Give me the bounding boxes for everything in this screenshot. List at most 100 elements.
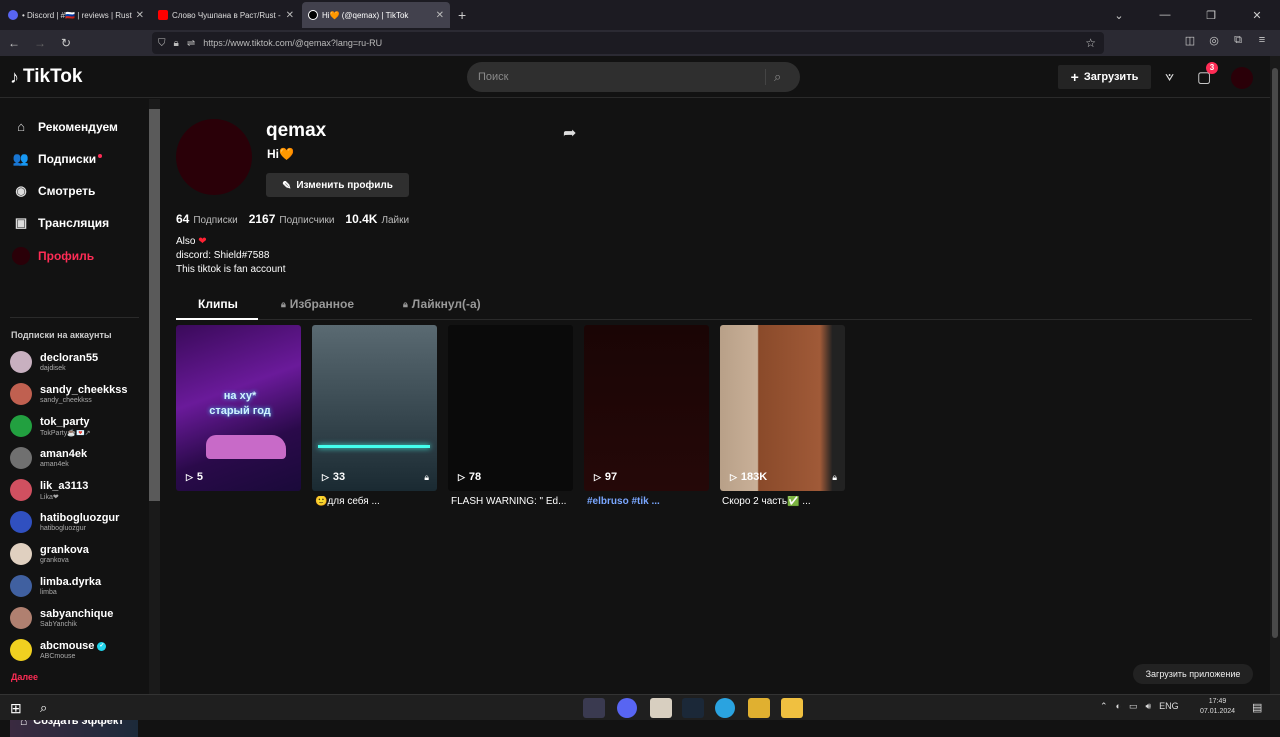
inbox-badge: 3 — [1206, 62, 1218, 74]
tiktok-logo[interactable]: ♪ TikTok — [10, 66, 82, 88]
clock-time: 17:49 — [1208, 698, 1227, 705]
steam-taskbar-icon[interactable] — [682, 698, 704, 718]
view-count-value: 33 — [332, 471, 346, 483]
list-item[interactable]: tok_party TokParty☕💌↗ — [10, 412, 148, 440]
list-item[interactable]: sandy_cheekkss sandy_cheekkss — [10, 380, 148, 408]
list-item[interactable]: lik_a3113 Lika❤ — [10, 476, 148, 504]
video-caption[interactable]: Скоро 2 часть✅ ... — [722, 496, 847, 507]
stat-following[interactable]: 64 Подписки — [176, 212, 238, 226]
list-item[interactable]: limba.dyrka limba — [10, 572, 148, 600]
language-indicator[interactable]: ENG — [1159, 701, 1179, 712]
lock-icon[interactable]: 🔒︎ — [174, 38, 179, 49]
firefox-taskbar-icon[interactable] — [583, 698, 605, 718]
edit-profile-button[interactable]: ✎ Изменить профиль — [266, 173, 409, 197]
search-divider — [765, 69, 766, 85]
browser-tab-youtube[interactable]: Слово Чушпана в Раст/Rust - ✕ — [152, 2, 300, 28]
account-username: dajdisek — [40, 365, 66, 372]
account-icon[interactable]: ◎ — [1202, 34, 1226, 47]
maximize-button[interactable]: ❐ — [1188, 9, 1234, 22]
back-arrow-icon[interactable]: ← — [2, 36, 26, 50]
list-item[interactable]: hatibogluozgur hatibogluozgur — [10, 508, 148, 536]
sidebar-item-following[interactable]: 👥 Подписки — [12, 151, 103, 167]
sidebar-item-explore[interactable]: ◉ Смотреть — [12, 183, 95, 199]
list-item[interactable]: abcmouse ✓ ABCmouse — [10, 636, 148, 664]
app-taskbar-icon[interactable] — [781, 698, 803, 718]
stat-followers[interactable]: 2167 Подписчики — [249, 212, 335, 226]
video-thumbnail[interactable]: ▷ 33 🔒︎ — [312, 325, 437, 491]
see-more-link[interactable]: Далее — [11, 672, 38, 682]
bookmark-star-icon[interactable]: ☆ — [1085, 36, 1096, 50]
minimize-button[interactable]: — — [1142, 9, 1188, 21]
search-icon[interactable]: ⌕ — [774, 69, 781, 85]
address-bar[interactable]: ⛉ 🔒︎ ⇌ https://www.tiktok.com/@qemax?lan… — [152, 32, 1104, 54]
account-username: TokParty☕💌↗ — [40, 429, 91, 437]
scrollbar-thumb[interactable] — [149, 109, 160, 501]
shield-icon[interactable]: ⛉ — [158, 38, 166, 49]
avatar — [10, 383, 32, 405]
scrollbar-thumb[interactable] — [1272, 68, 1278, 638]
close-tab-icon[interactable]: ✕ — [136, 10, 144, 21]
list-item[interactable]: decloran55 dajdisek — [10, 348, 148, 376]
telegram-taskbar-icon[interactable] — [715, 698, 735, 718]
sidebar-item-live[interactable]: ▣ Трансляция — [12, 215, 109, 231]
account-name: decloran55 — [40, 352, 99, 364]
video-thumbnail[interactable]: ▷ 78 — [448, 325, 573, 491]
menu-icon[interactable]: ≡ — [1250, 34, 1274, 47]
page-scrollbar[interactable] — [1270, 56, 1280, 694]
video-caption[interactable]: #elbruso #tik ... — [587, 496, 712, 507]
volume-icon[interactable]: 🔊︎ — [1146, 701, 1152, 712]
sidebar-scrollbar[interactable] — [149, 99, 160, 694]
avatar[interactable] — [176, 119, 252, 195]
notification-icon[interactable]: ▤ — [1252, 701, 1262, 714]
forward-arrow-icon[interactable]: → — [28, 36, 52, 50]
close-tab-icon[interactable]: ✕ — [436, 10, 444, 21]
video-caption[interactable]: FLASH WARNING: " Ed... — [451, 496, 576, 507]
video-thumbnail[interactable]: ▷ 97 — [584, 325, 709, 491]
search-bar[interactable]: Поиск ⌕ — [467, 62, 800, 92]
tab-videos[interactable]: Клипы — [198, 297, 238, 311]
send-icon[interactable]: ⟇ — [1165, 68, 1174, 85]
video-thumbnail[interactable]: ▷ 183K 🔒︎ — [720, 325, 845, 491]
list-item[interactable]: grankova grankova — [10, 540, 148, 568]
chevron-up-icon[interactable]: ⌃ — [1100, 701, 1108, 712]
play-icon: ▷ — [594, 471, 601, 482]
browser-tab-discord[interactable]: • Discord | #🇷🇺 | reviews | Rust🇷🇺 ✕ — [2, 2, 150, 28]
url-text[interactable]: https://www.tiktok.com/@qemax?lang=ru-RU — [203, 38, 382, 48]
windows-start-icon[interactable]: ⊞ — [10, 700, 22, 717]
tab-favorites[interactable]: 🔒︎ Избранное — [281, 297, 354, 311]
reload-icon[interactable]: ↻ — [54, 36, 78, 50]
sidebar-item-for-you[interactable]: ⌂ Рекомендуем — [12, 119, 118, 134]
video-caption[interactable]: 🙂для себя ... — [315, 496, 440, 507]
network-icon[interactable]: ▭ — [1129, 701, 1138, 712]
permissions-icon[interactable]: ⇌ — [187, 38, 195, 49]
account-name: lik_a3113 — [40, 479, 89, 492]
file-explorer-taskbar-icon[interactable] — [748, 698, 770, 718]
download-app-button[interactable]: Загрузить приложение — [1133, 664, 1253, 684]
close-tab-icon[interactable]: ✕ — [286, 10, 294, 21]
clock[interactable]: 17:49 07.01.2024 — [1200, 697, 1235, 717]
pocket-icon[interactable]: ◫ — [1178, 34, 1202, 47]
sidebar-item-profile[interactable]: Профиль — [12, 247, 94, 265]
account-name: sandy_cheekkss — [40, 384, 128, 396]
search-input[interactable]: Поиск — [478, 71, 508, 83]
search-icon[interactable]: ⌕ — [40, 700, 47, 716]
avatar[interactable] — [1231, 67, 1253, 89]
tab-liked[interactable]: 🔒︎ Лайкнул(-а) — [403, 297, 481, 311]
upload-button[interactable]: + Загрузить — [1058, 65, 1151, 89]
profile-username: qemax — [266, 120, 327, 141]
sidebar: ⌂ Рекомендуем 👥 Подписки ◉ Смотреть ▣ Тр… — [0, 99, 148, 737]
app-taskbar-icon[interactable] — [650, 698, 672, 718]
video-thumbnail[interactable]: на ху* старый год ▷ 5 — [176, 325, 301, 491]
discord-taskbar-icon[interactable] — [617, 698, 637, 718]
new-tab-button[interactable]: + — [458, 7, 466, 23]
list-item[interactable]: sabyanchique SabYanchik — [10, 604, 148, 632]
list-tabs-button[interactable]: ⌄ — [1096, 9, 1142, 22]
browser-tab-tiktok[interactable]: Hi🧡 (@qemax) | TikTok ✕ — [302, 2, 450, 28]
close-window-button[interactable]: ✕ — [1234, 9, 1280, 22]
tray-app-icon[interactable]: ◐ — [1116, 701, 1121, 712]
view-count: ▷ 183K — [730, 471, 767, 483]
home-icon: ⌂ — [17, 119, 25, 134]
list-item[interactable]: aman4ek aman4ek — [10, 444, 148, 472]
share-icon[interactable]: ➦ — [563, 123, 576, 143]
extensions-icon[interactable]: ⧉ — [1226, 34, 1250, 47]
